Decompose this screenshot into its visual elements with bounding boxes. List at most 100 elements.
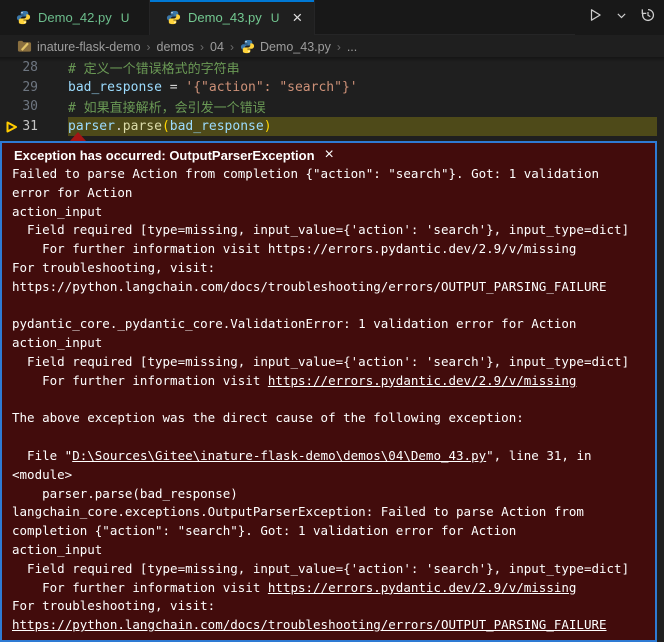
- traceback-line: completion {"action": "search"}. Got: 1 …: [12, 522, 649, 541]
- traceback-link[interactable]: https://errors.pydantic.dev/2.9/v/missin…: [268, 580, 577, 595]
- code-text: # 定义一个错误格式的字符串: [68, 58, 240, 77]
- traceback-text: The above exception was the direct cause…: [12, 410, 524, 425]
- traceback-text: Field required [type=missing, input_valu…: [12, 354, 629, 369]
- history-icon: [640, 7, 656, 28]
- git-status-badge: U: [121, 11, 130, 25]
- traceback-text: langchain_core.exceptions.OutputParserEx…: [12, 504, 584, 519]
- traceback-line: For further information visit https://er…: [12, 372, 649, 391]
- tab-bar: Demo_42.py U Demo_43.py U ×: [0, 0, 664, 35]
- code-line-29[interactable]: 29 bad_response = '{"action": "search"}': [0, 78, 664, 98]
- breadcrumb-label: Demo_43.py: [260, 40, 331, 54]
- breadcrumb-separator: ›: [147, 40, 151, 54]
- traceback-line: Field required [type=missing, input_valu…: [12, 353, 649, 372]
- exception-traceback: Failed to parse Action from completion {…: [2, 163, 655, 635]
- code-text: # 如果直接解析，会引发一个错误: [68, 97, 266, 116]
- traceback-link[interactable]: https://python.langchain.com/docs/troubl…: [12, 617, 607, 632]
- traceback-line: For troubleshooting, visit:: [12, 597, 649, 616]
- exception-title: Exception has occurred: OutputParserExce…: [14, 148, 315, 163]
- traceback-line: <module>: [12, 466, 649, 485]
- breadcrumb-label: demos: [157, 40, 195, 54]
- breadcrumb: inature-flask-demo›demos›04›Demo_43.py›.…: [0, 36, 664, 57]
- traceback-line: For further information visit https://er…: [12, 579, 649, 598]
- traceback-line: [12, 391, 649, 410]
- breadcrumb-separator: ›: [200, 40, 204, 54]
- traceback-line: Failed to parse Action from completion {…: [12, 165, 649, 184]
- python-icon: [16, 10, 31, 25]
- traceback-line: action_input: [12, 334, 649, 353]
- traceback-line: https://python.langchain.com/docs/troubl…: [12, 278, 649, 297]
- close-icon[interactable]: ×: [325, 147, 334, 163]
- traceback-text: File ": [12, 448, 72, 463]
- breadcrumb-label: ...: [347, 40, 357, 54]
- breadcrumb-item-inature-flask-demo[interactable]: inature-flask-demo: [17, 39, 141, 54]
- traceback-link[interactable]: D:\Sources\Gitee\inature-flask-demo\demo…: [72, 448, 486, 463]
- python-icon: [166, 10, 181, 25]
- chevron-down-icon: [615, 9, 628, 27]
- code-line-28[interactable]: 28 # 定义一个错误格式的字符串: [0, 58, 664, 78]
- breadcrumb-item-demo-43-py[interactable]: Demo_43.py: [240, 39, 331, 54]
- breadcrumb-label: 04: [210, 40, 224, 54]
- git-status-badge: U: [271, 11, 280, 25]
- traceback-text: parser.parse(bad_response): [12, 486, 238, 501]
- tab-demo-43-py[interactable]: Demo_43.py U ×: [150, 0, 315, 35]
- close-icon[interactable]: ×: [292, 9, 302, 26]
- traceback-line: action_input: [12, 203, 649, 222]
- traceback-text: action_input: [12, 204, 102, 219]
- code-text: bad_response = '{"action": "search"}': [68, 80, 358, 95]
- tab-demo-42-py[interactable]: Demo_42.py U: [0, 0, 150, 35]
- traceback-text: ", line 31, in: [486, 448, 591, 463]
- code-editor[interactable]: 28 # 定义一个错误格式的字符串 29 bad_response = '{"acti…: [0, 58, 664, 136]
- traceback-text: Failed to parse Action from completion {…: [12, 166, 599, 181]
- breadcrumb-label: inature-flask-demo: [37, 40, 141, 54]
- line-number: 29: [0, 80, 38, 95]
- breadcrumb-separator: ›: [230, 40, 234, 54]
- code-text: parser.parse(bad_response): [68, 119, 272, 134]
- traceback-line: Field required [type=missing, input_valu…: [12, 221, 649, 240]
- traceback-text: error for Action: [12, 185, 132, 200]
- traceback-text: For troubleshooting, visit:: [12, 260, 215, 275]
- traceback-line: pydantic_core._pydantic_core.ValidationE…: [12, 315, 649, 334]
- run-button[interactable]: [587, 7, 603, 28]
- code-line-31[interactable]: 31 parser.parse(bad_response): [0, 117, 664, 137]
- breadcrumb-item-[interactable]: ...: [347, 40, 357, 54]
- traceback-line: action_input: [12, 541, 649, 560]
- traceback-link[interactable]: https://errors.pydantic.dev/2.9/v/missin…: [268, 373, 577, 388]
- run-dropdown-button[interactable]: [615, 9, 628, 27]
- editor-actions: [575, 0, 664, 35]
- traceback-text: pydantic_core._pydantic_core.ValidationE…: [12, 316, 576, 331]
- play-icon: [587, 7, 603, 28]
- traceback-text: completion {"action": "search"}. Got: 1 …: [12, 523, 516, 538]
- traceback-text: action_input: [12, 542, 102, 557]
- traceback-text: For troubleshooting, visit:: [12, 598, 215, 613]
- traceback-line: langchain_core.exceptions.OutputParserEx…: [12, 503, 649, 522]
- line-number: 31: [0, 119, 38, 134]
- traceback-line: [12, 428, 649, 447]
- python-icon: [240, 39, 255, 54]
- traceback-text: For further information visit: [12, 373, 268, 388]
- traceback-text: <module>: [12, 467, 72, 482]
- traceback-line: https://python.langchain.com/docs/troubl…: [12, 616, 649, 635]
- traceback-text: Field required [type=missing, input_valu…: [12, 222, 629, 237]
- folder-icon: [17, 39, 32, 54]
- tab-label: Demo_43.py: [188, 10, 262, 25]
- traceback-line: error for Action: [12, 184, 649, 203]
- exception-widget: Exception has occurred: OutputParserExce…: [0, 141, 657, 642]
- traceback-line: Field required [type=missing, input_valu…: [12, 560, 649, 579]
- traceback-text: For further information visit: [12, 580, 268, 595]
- breadcrumb-item-04[interactable]: 04: [210, 40, 224, 54]
- traceback-text: action_input: [12, 335, 102, 350]
- traceback-line: For troubleshooting, visit:: [12, 259, 649, 278]
- traceback-line: File "D:\Sources\Gitee\inature-flask-dem…: [12, 447, 649, 466]
- traceback-line: For further information visit https://er…: [12, 240, 649, 259]
- traceback-text: For further information visit https://er…: [12, 241, 576, 256]
- traceback-text: Field required [type=missing, input_valu…: [12, 561, 629, 576]
- exception-header: Exception has occurred: OutputParserExce…: [2, 143, 655, 163]
- code-line-30[interactable]: 30# 如果直接解析，会引发一个错误: [0, 97, 664, 117]
- tab-label: Demo_42.py: [38, 10, 112, 25]
- traceback-line: parser.parse(bad_response): [12, 485, 649, 504]
- timeline-button[interactable]: [640, 7, 656, 28]
- traceback-line: [12, 297, 649, 316]
- traceback-line: The above exception was the direct cause…: [12, 409, 649, 428]
- breadcrumb-item-demos[interactable]: demos: [157, 40, 195, 54]
- line-number: 28: [0, 60, 38, 75]
